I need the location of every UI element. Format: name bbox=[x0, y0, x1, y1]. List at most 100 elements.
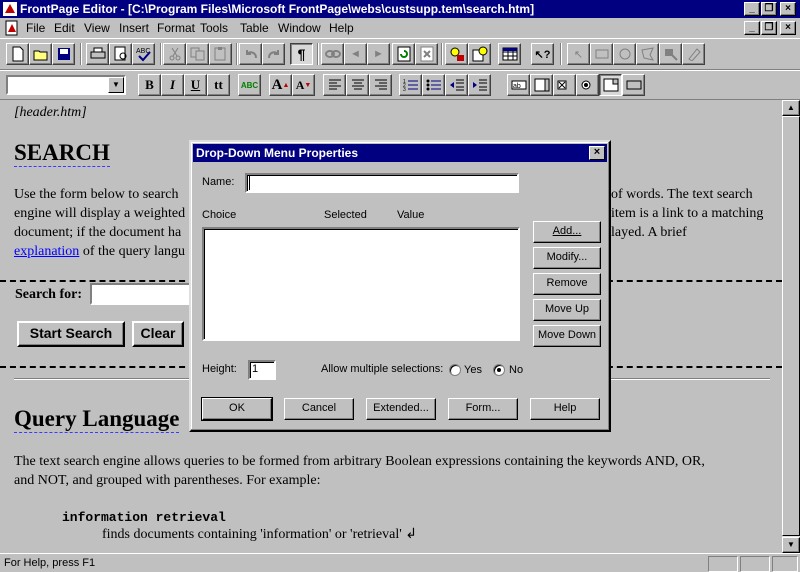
scrolling-textbox-button[interactable] bbox=[530, 74, 553, 96]
close-button[interactable]: × bbox=[780, 2, 796, 16]
align-left-button[interactable] bbox=[323, 74, 346, 96]
document-icon[interactable] bbox=[4, 20, 20, 36]
menu-table[interactable]: Table bbox=[240, 21, 269, 35]
remove-button[interactable]: Remove bbox=[533, 273, 601, 295]
print-button[interactable] bbox=[86, 43, 109, 65]
spelling-button[interactable]: ABC bbox=[132, 43, 155, 65]
italic-button[interactable]: I bbox=[161, 74, 184, 96]
clear-button[interactable]: Clear bbox=[132, 321, 184, 347]
move-up-button[interactable]: Move Up bbox=[533, 299, 601, 321]
help-button[interactable]: Help bbox=[530, 398, 600, 420]
open-button[interactable] bbox=[29, 43, 52, 65]
name-field[interactable] bbox=[245, 173, 519, 193]
align-center-button[interactable] bbox=[346, 74, 369, 96]
show-all-button[interactable]: ¶ bbox=[290, 43, 313, 65]
increase-text-size-button[interactable]: A ▲ bbox=[269, 74, 292, 96]
rectangle-hotspot-button[interactable] bbox=[590, 43, 613, 65]
doc-restore-button[interactable]: ❐ bbox=[761, 21, 777, 35]
move-down-button[interactable]: Move Down bbox=[533, 325, 601, 347]
minimize-button[interactable]: _ bbox=[744, 2, 760, 16]
save-button[interactable] bbox=[52, 43, 75, 65]
refresh-button[interactable] bbox=[392, 43, 415, 65]
down-arrow-icon: ▼ bbox=[304, 81, 312, 89]
show-todo-button[interactable] bbox=[468, 43, 491, 65]
make-transparent-button[interactable] bbox=[682, 43, 705, 65]
menu-window[interactable]: Window bbox=[278, 21, 321, 35]
menu-tools[interactable]: Tools bbox=[200, 21, 228, 35]
redo-button[interactable] bbox=[262, 43, 285, 65]
highlight-hotspots-button[interactable] bbox=[659, 43, 682, 65]
add-button[interactable]: Add... bbox=[533, 221, 601, 243]
one-line-textbox-button[interactable]: ab bbox=[507, 74, 530, 96]
dropdown-menu-properties-dialog: Drop-Down Menu Properties × Name: Choice… bbox=[189, 140, 611, 432]
hyperlink-button[interactable] bbox=[321, 43, 344, 65]
doc-minimize-button[interactable]: _ bbox=[744, 21, 760, 35]
frontpage-app-icon[interactable] bbox=[2, 1, 18, 17]
extended-button[interactable]: Extended... bbox=[366, 398, 436, 420]
copy-button[interactable] bbox=[186, 43, 209, 65]
show-explorer-button[interactable] bbox=[445, 43, 468, 65]
style-dropdown[interactable]: ▼ bbox=[6, 75, 126, 95]
numbered-list-button[interactable]: 123 bbox=[399, 74, 422, 96]
intro-text-line4: explanation of the query langu bbox=[14, 242, 185, 261]
back-button[interactable]: ◄ bbox=[344, 43, 367, 65]
scroll-thumb[interactable] bbox=[782, 116, 800, 536]
menu-format[interactable]: Format bbox=[157, 21, 195, 35]
explanation-link[interactable]: explanation bbox=[14, 244, 79, 259]
scroll-down-button[interactable]: ▼ bbox=[782, 537, 800, 553]
include-header-bot[interactable]: [header.htm] bbox=[14, 103, 87, 122]
increase-indent-button[interactable] bbox=[468, 74, 491, 96]
circle-hotspot-button[interactable] bbox=[613, 43, 636, 65]
ok-button[interactable]: OK bbox=[201, 397, 273, 421]
menu-help[interactable]: Help bbox=[329, 21, 354, 35]
print-preview-button[interactable] bbox=[109, 43, 132, 65]
radio-button-field-button[interactable] bbox=[576, 74, 599, 96]
menu-edit[interactable]: Edit bbox=[54, 21, 75, 35]
insert-table-button[interactable] bbox=[498, 43, 521, 65]
choices-list[interactable] bbox=[202, 227, 520, 341]
restore-button[interactable]: ❐ bbox=[761, 2, 777, 16]
window-title: FrontPage Editor - [C:\Program Files\Mic… bbox=[20, 2, 535, 16]
push-button-field-button[interactable] bbox=[622, 74, 645, 96]
cut-button[interactable] bbox=[163, 43, 186, 65]
undo-button[interactable] bbox=[239, 43, 262, 65]
multiple-no-radio[interactable] bbox=[493, 364, 505, 376]
height-field[interactable]: 1 bbox=[248, 360, 276, 380]
multiple-yes-radio[interactable] bbox=[449, 364, 461, 376]
vertical-scrollbar[interactable]: ▲ ▼ bbox=[782, 100, 800, 553]
stop-button[interactable] bbox=[415, 43, 438, 65]
remove-button-label: Remove bbox=[546, 277, 588, 289]
text-cursor bbox=[249, 176, 250, 190]
menu-file[interactable]: File bbox=[26, 21, 45, 35]
chevron-down-icon[interactable]: ▼ bbox=[108, 77, 124, 93]
modify-button[interactable]: Modify... bbox=[533, 247, 601, 269]
intro-text-line1: Use the form below to search bbox=[14, 187, 179, 202]
search-text-field[interactable] bbox=[90, 283, 200, 305]
select-pointer-button[interactable]: ↖ bbox=[567, 43, 590, 65]
form-button[interactable]: Form... bbox=[448, 398, 518, 420]
underline-button[interactable]: U bbox=[184, 74, 207, 96]
cancel-button[interactable]: Cancel bbox=[284, 398, 354, 420]
doc-close-button[interactable]: × bbox=[780, 21, 796, 35]
dialog-close-button[interactable]: × bbox=[589, 146, 605, 160]
checkbox-field-button[interactable] bbox=[553, 74, 576, 96]
new-page-button[interactable] bbox=[6, 43, 29, 65]
menu-view[interactable]: View bbox=[84, 21, 110, 35]
forward-button[interactable]: ► bbox=[367, 43, 390, 65]
align-right-button[interactable] bbox=[369, 74, 392, 96]
dropdown-menu-field-button[interactable] bbox=[599, 74, 622, 96]
help-pointer-button[interactable]: ↖? bbox=[531, 43, 554, 65]
bold-button[interactable]: B bbox=[138, 74, 161, 96]
intro-text-line2-right: item is a link to a matching bbox=[611, 206, 764, 221]
bulleted-list-button[interactable] bbox=[422, 74, 445, 96]
decrease-indent-button[interactable] bbox=[445, 74, 468, 96]
paste-button[interactable] bbox=[209, 43, 232, 65]
menu-insert[interactable]: Insert bbox=[119, 21, 149, 35]
polygon-hotspot-button[interactable] bbox=[636, 43, 659, 65]
start-search-button[interactable]: Start Search bbox=[17, 321, 125, 347]
typewriter-button[interactable]: tt bbox=[207, 74, 230, 96]
text-color-button[interactable]: ABC bbox=[238, 74, 261, 96]
name-label: Name: bbox=[202, 176, 235, 188]
decrease-text-size-button[interactable]: A ▼ bbox=[292, 74, 315, 96]
scroll-up-button[interactable]: ▲ bbox=[782, 100, 800, 116]
